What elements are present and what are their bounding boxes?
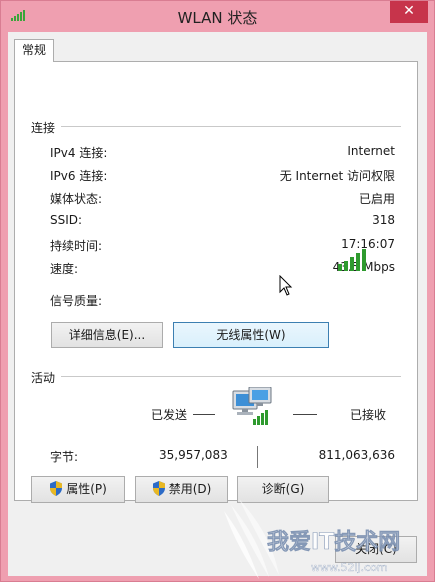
wlan-status-window: WLAN 状态 ✕ 常规 连接 IPv4 连接: Internet IPv6 连… xyxy=(0,0,435,582)
duration-label: 持续时间: xyxy=(50,239,103,253)
speed-label: 速度: xyxy=(50,262,79,276)
properties-button-label: 属性(P) xyxy=(66,482,107,496)
disable-button[interactable]: 禁用(D) xyxy=(135,476,228,503)
signal-strength-icon xyxy=(338,249,366,271)
signal-quality-label: 信号质量: xyxy=(50,294,103,308)
sent-label: 已发送 xyxy=(151,408,188,422)
bytes-separator xyxy=(257,446,258,468)
wireless-properties-button[interactable]: 无线属性(W) xyxy=(173,322,329,348)
network-computers-icon xyxy=(232,387,272,425)
received-label: 已接收 xyxy=(350,408,387,422)
title-bar[interactable]: WLAN 状态 ✕ xyxy=(1,1,434,31)
ssid-label: SSID: xyxy=(50,213,83,227)
window-title: WLAN 状态 xyxy=(177,9,258,27)
details-button[interactable]: 详细信息(E)... xyxy=(51,322,163,348)
mouse-pointer-icon xyxy=(279,275,293,296)
media-state-value: 已启用 xyxy=(358,192,395,206)
bytes-received-value: 811,063,636 xyxy=(318,448,395,462)
activity-divider xyxy=(31,376,401,377)
activity-section-label: 活动 xyxy=(31,369,62,386)
bytes-sent-value: 35,957,083 xyxy=(159,448,228,462)
ipv4-label: IPv4 连接: xyxy=(50,146,108,160)
sent-connector-line xyxy=(193,414,215,415)
connection-section-label: 连接 xyxy=(31,119,62,136)
svg-text:www.52ij.com: www.52ij.com xyxy=(311,561,388,574)
uac-shield-icon xyxy=(152,481,165,496)
properties-button[interactable]: 属性(P) xyxy=(31,476,125,503)
ipv4-value: Internet xyxy=(347,144,395,158)
window-close-button[interactable]: ✕ xyxy=(390,1,428,23)
bytes-label: 字节: xyxy=(50,450,79,464)
received-connector-line xyxy=(293,414,317,415)
tab-general[interactable]: 常规 xyxy=(14,39,54,62)
ssid-value: 318 xyxy=(372,213,395,227)
ipv6-value: 无 Internet 访问权限 xyxy=(279,169,395,183)
svg-text:我爱IT技术网: 我爱IT技术网 xyxy=(267,530,400,555)
uac-shield-icon xyxy=(50,481,63,496)
ipv6-label: IPv6 连接: xyxy=(50,169,108,183)
media-state-label: 媒体状态: xyxy=(50,192,103,206)
disable-button-label: 禁用(D) xyxy=(168,482,212,496)
close-icon: ✕ xyxy=(403,3,415,19)
connection-divider xyxy=(31,126,401,127)
general-tab-panel: 连接 IPv4 连接: Internet IPv6 连接: 无 Internet… xyxy=(14,61,418,501)
site-watermark-logo: 我爱IT技术网 www.52ij.com xyxy=(224,499,401,579)
